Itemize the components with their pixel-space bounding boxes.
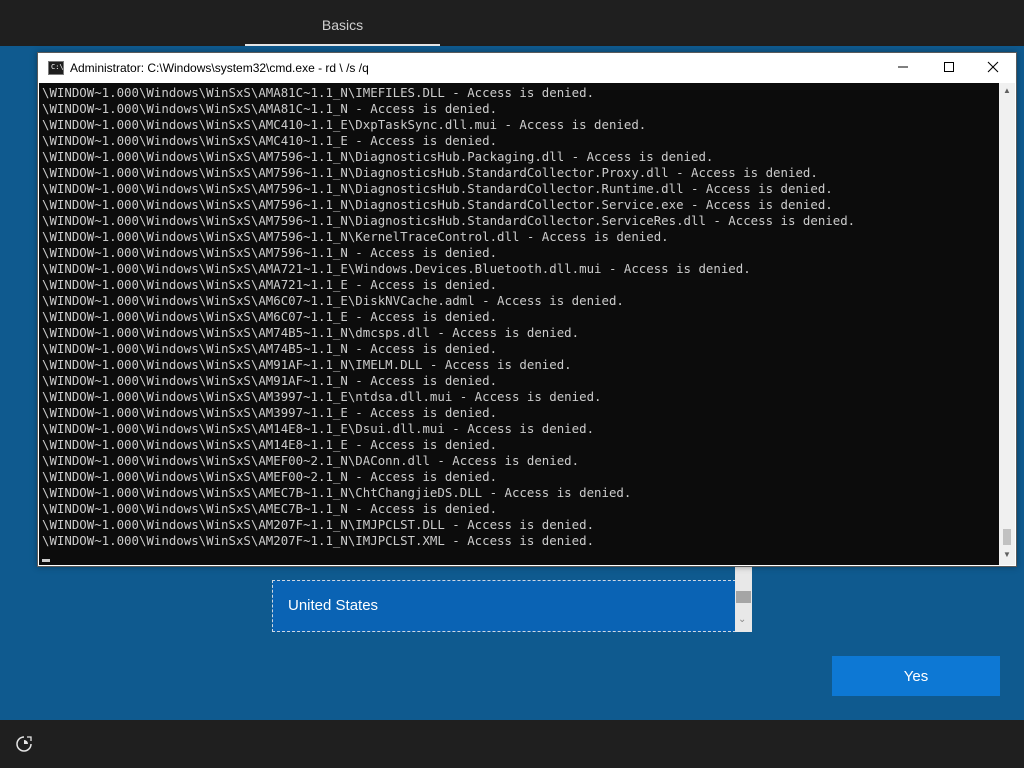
console-line: \WINDOW~1.000\Windows\WinSxS\AMEF00~2.1_… — [42, 453, 580, 468]
minimize-button[interactable] — [880, 53, 926, 83]
console-line: \WINDOW~1.000\Windows\WinSxS\AM74B5~1.1_… — [42, 325, 580, 340]
console-line: \WINDOW~1.000\Windows\WinSxS\AM7596~1.1_… — [42, 229, 669, 244]
console-line: \WINDOW~1.000\Windows\WinSxS\AM7596~1.1_… — [42, 165, 818, 180]
scroll-down-arrow-icon[interactable]: ▼ — [999, 547, 1015, 563]
tab-basics[interactable]: Basics — [245, 0, 440, 46]
console-line: \WINDOW~1.000\Windows\WinSxS\AMA721~1.1_… — [42, 277, 498, 292]
console-line: \WINDOW~1.000\Windows\WinSxS\AMC410~1.1_… — [42, 117, 647, 132]
console-line: \WINDOW~1.000\Windows\WinSxS\AM14E8~1.1_… — [42, 437, 498, 452]
console-cursor — [42, 559, 50, 562]
console-line: \WINDOW~1.000\Windows\WinSxS\AM7596~1.1_… — [42, 197, 833, 212]
maximize-icon — [944, 62, 954, 72]
close-button[interactable] — [970, 53, 1016, 83]
console-line: \WINDOW~1.000\Windows\WinSxS\AM7596~1.1_… — [42, 213, 856, 228]
region-list-item-selected[interactable]: United States — [272, 580, 736, 632]
scroll-down-arrow-icon[interactable]: ⌄ — [738, 614, 746, 625]
cmd-window[interactable]: C:\ Administrator: C:\Windows\system32\c… — [37, 52, 1017, 567]
region-list-scroll-thumb[interactable] — [736, 591, 751, 603]
console-line: \WINDOW~1.000\Windows\WinSxS\AM207F~1.1_… — [42, 533, 595, 548]
console-line: \WINDOW~1.000\Windows\WinSxS\AMEC7B~1.1_… — [42, 485, 632, 500]
minimize-icon — [898, 66, 908, 68]
region-list[interactable]: United States — [272, 562, 752, 632]
console-line: \WINDOW~1.000\Windows\WinSxS\AM6C07~1.1_… — [42, 293, 624, 308]
yes-button[interactable]: Yes — [832, 656, 1000, 696]
cmd-app-icon[interactable]: C:\ — [48, 61, 64, 75]
cmd-window-title: Administrator: C:\Windows\system32\cmd.e… — [70, 61, 369, 75]
console-line: \WINDOW~1.000\Windows\WinSxS\AM7596~1.1_… — [42, 245, 498, 260]
region-list-scrollbar[interactable]: ⌄ — [735, 562, 752, 632]
console-line: \WINDOW~1.000\Windows\WinSxS\AM91AF~1.1_… — [42, 357, 572, 372]
oobe-bottom-bar — [0, 720, 1024, 768]
console-line: \WINDOW~1.000\Windows\WinSxS\AMA81C~1.1_… — [42, 85, 595, 100]
cmd-title-bar[interactable]: C:\ Administrator: C:\Windows\system32\c… — [38, 53, 1016, 83]
tab-basics-label: Basics — [321, 17, 364, 33]
console-line: \WINDOW~1.000\Windows\WinSxS\AMA721~1.1_… — [42, 261, 751, 276]
console-line: \WINDOW~1.000\Windows\WinSxS\AM6C07~1.1_… — [42, 309, 498, 324]
cmd-console-output[interactable]: \WINDOW~1.000\Windows\WinSxS\AMA81C~1.1_… — [39, 83, 999, 565]
console-line: \WINDOW~1.000\Windows\WinSxS\AMEC7B~1.1_… — [42, 501, 498, 516]
console-line: \WINDOW~1.000\Windows\WinSxS\AM74B5~1.1_… — [42, 341, 498, 356]
console-line: \WINDOW~1.000\Windows\WinSxS\AM14E8~1.1_… — [42, 421, 595, 436]
maximize-button[interactable] — [926, 53, 972, 83]
console-line: \WINDOW~1.000\Windows\WinSxS\AM7596~1.1_… — [42, 149, 714, 164]
region-list-item-label: United States — [288, 597, 379, 614]
console-line: \WINDOW~1.000\Windows\WinSxS\AM7596~1.1_… — [42, 181, 833, 196]
console-line: \WINDOW~1.000\Windows\WinSxS\AM91AF~1.1_… — [42, 373, 498, 388]
console-line: \WINDOW~1.000\Windows\WinSxS\AMEF00~2.1_… — [42, 469, 498, 484]
cmd-scroll-thumb[interactable] — [1003, 529, 1011, 545]
cmd-vertical-scrollbar[interactable]: ▲ ▼ — [999, 83, 1015, 565]
console-line: \WINDOW~1.000\Windows\WinSxS\AM207F~1.1_… — [42, 517, 595, 532]
scroll-up-arrow-icon[interactable]: ▲ — [999, 83, 1015, 99]
console-line: \WINDOW~1.000\Windows\WinSxS\AMA81C~1.1_… — [42, 101, 498, 116]
close-icon — [987, 61, 999, 73]
oobe-top-bar: Basics — [0, 0, 1024, 46]
console-line: \WINDOW~1.000\Windows\WinSxS\AMC410~1.1_… — [42, 133, 498, 148]
console-line: \WINDOW~1.000\Windows\WinSxS\AM3997~1.1_… — [42, 405, 498, 420]
console-line: \WINDOW~1.000\Windows\WinSxS\AM3997~1.1_… — [42, 389, 602, 404]
ease-of-access-icon[interactable] — [14, 734, 34, 754]
